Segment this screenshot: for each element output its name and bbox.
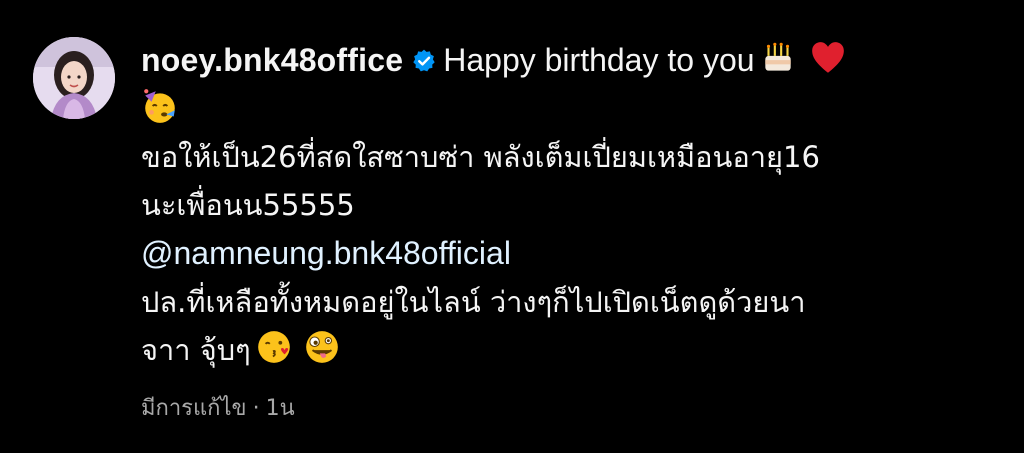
avatar[interactable] <box>33 37 115 119</box>
zany-face-emoji-icon <box>305 331 338 363</box>
username[interactable]: noey.bnk48office <box>141 42 403 78</box>
partying-face-emoji-icon <box>144 89 175 123</box>
comment-line-5: @namneung.bnk48official <box>141 229 1001 278</box>
verified-badge-icon <box>413 49 435 72</box>
meta-separator: · <box>252 396 260 421</box>
comment-line-4: นะเพื่อนน55555 <box>141 188 355 222</box>
timestamp: 1น <box>265 396 295 421</box>
profile-photo-icon <box>33 37 115 119</box>
comment-line-6: ปล.ที่เหลือทั้งหมดอยู่ในไลน์ ว่างๆก็ไปเป… <box>141 285 806 319</box>
comment-text-greeting: Happy birthday to you <box>443 42 755 78</box>
comment-line-1: noey.bnk48office Happy birthday to you <box>141 36 1001 85</box>
comment-body: noey.bnk48office Happy birthday to you ขอ… <box>141 36 1001 374</box>
edited-label: มีการแก้ไข <box>141 396 247 421</box>
comment-line-7: จาา จุ้บๆ <box>141 326 1001 374</box>
comment-meta: มีการแก้ไข · 1น <box>141 390 295 425</box>
mention-link[interactable]: @namneung.bnk48official <box>141 235 511 271</box>
face-blowing-kiss-emoji-icon <box>257 331 290 363</box>
comment-line-3: ขอให้เป็น26ที่สดใสซาบซ่า พลังเต็มเปี่ยมเ… <box>141 140 820 174</box>
comment-line-7-text: จาา จุ้บๆ <box>141 333 251 367</box>
cake-emoji-icon <box>764 42 791 71</box>
comment: noey.bnk48office Happy birthday to you ขอ… <box>0 0 1024 453</box>
red-heart-emoji-icon <box>811 42 844 73</box>
comment-line-2 <box>141 85 1001 133</box>
